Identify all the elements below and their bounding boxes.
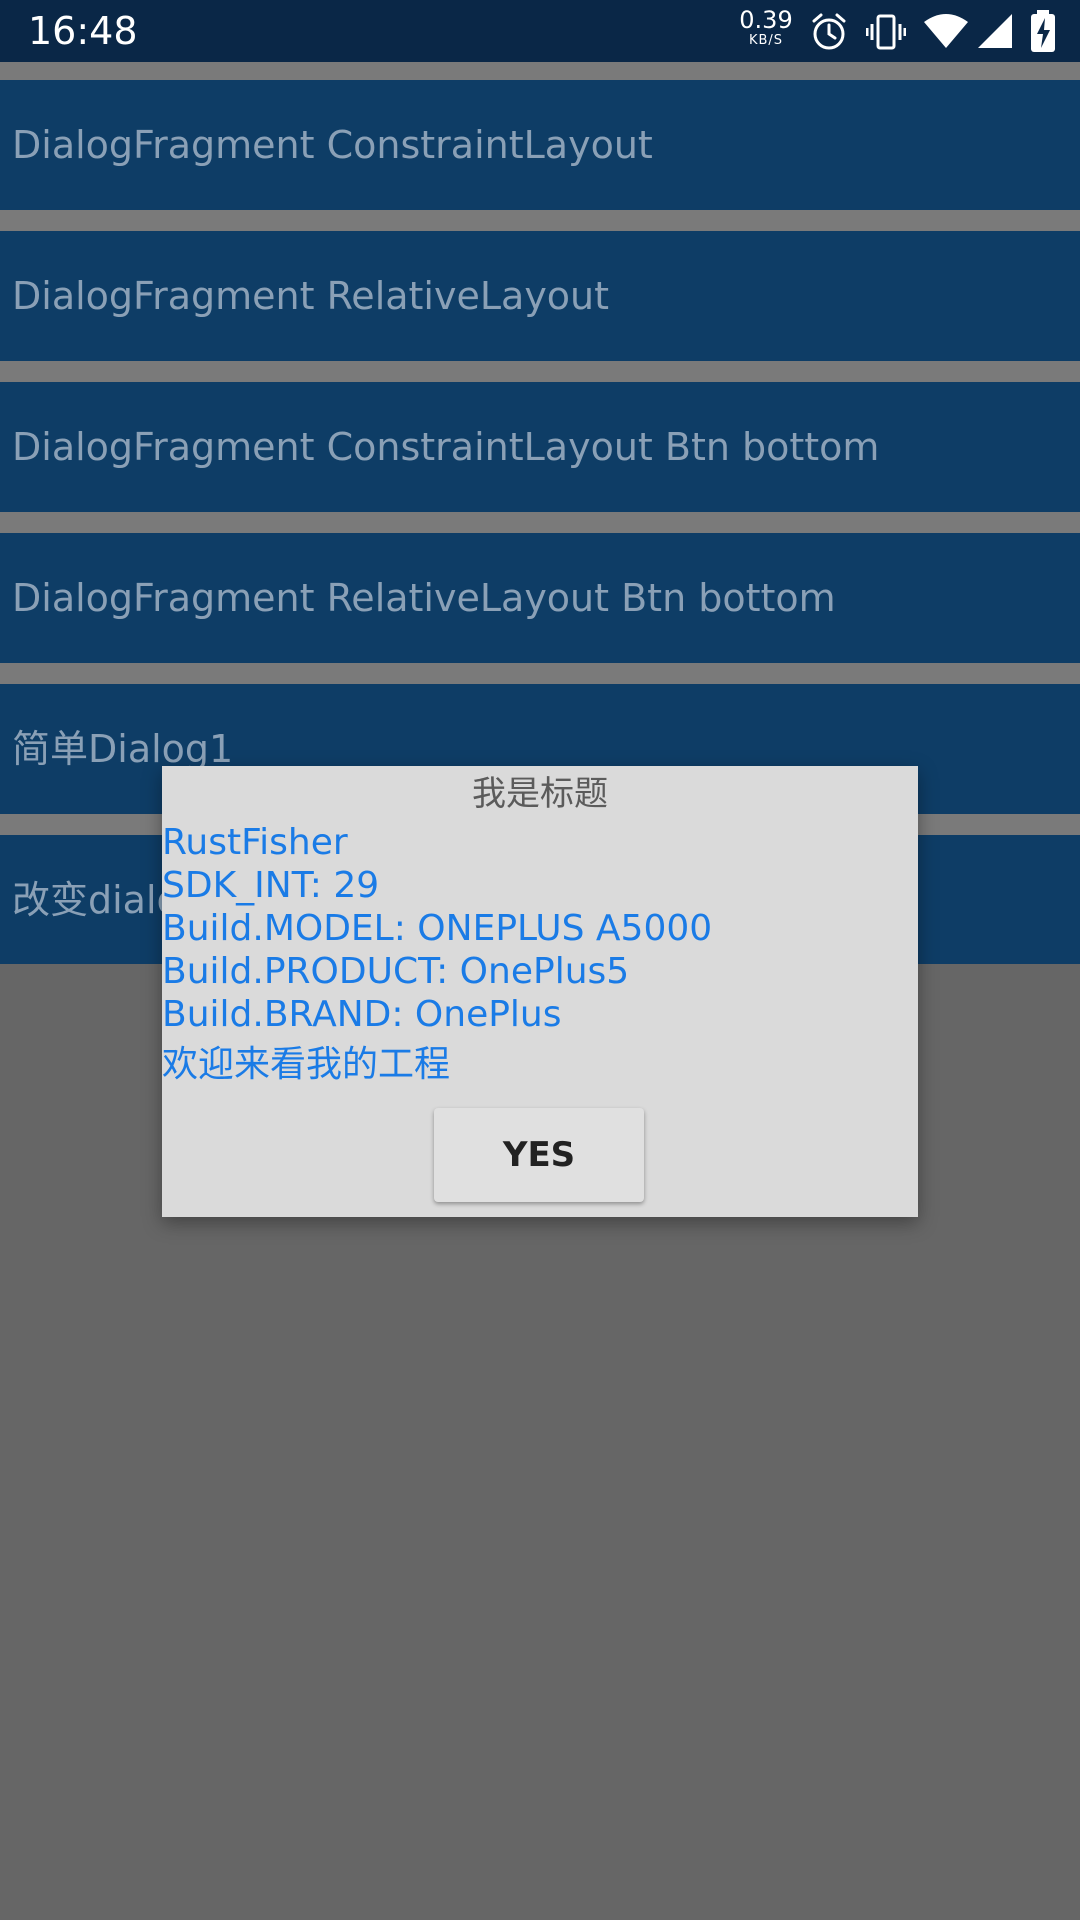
status-time: 16:48 [28,9,138,53]
info-line-sdk-int: SDK_INT: 29 [162,865,380,906]
constraintlayout-btn-bottom-dialog-button[interactable]: DialogFragment ConstraintLayout Btn bott… [0,382,1080,512]
battery-charging-icon [1031,10,1055,52]
relativelayout-btn-bottom-dialog-button[interactable]: DialogFragment RelativeLayout Btn bottom [0,533,1080,663]
info-dialog: 我是标题 RustFisher SDK_INT: 29 Build.MODEL:… [162,766,918,1217]
network-speed-unit: KB/S [748,33,784,48]
dialog-title: 我是标题 [472,774,608,814]
yes-button[interactable]: YES [434,1108,644,1202]
info-line-name: RustFisher [162,822,348,863]
info-line-build-product: Build.PRODUCT: OnePlus5 [162,951,630,992]
network-speed-value: 0.39 [739,6,793,34]
signal-icon [978,14,1012,48]
info-line-build-brand: Build.BRAND: OnePlus [162,994,562,1035]
info-line-welcome: 欢迎来看我的工程 [162,1044,451,1085]
info-line-build-model: Build.MODEL: ONEPLUS A5000 [162,908,713,949]
network-speed: 0.39 KB/S [738,8,794,47]
status-bar: 16:48 0.39 KB/S [0,0,1080,62]
relativelayout-dialog-button[interactable]: DialogFragment RelativeLayout [0,231,1080,361]
wifi-icon [924,14,968,48]
constraintlayout-dialog-button[interactable]: DialogFragment ConstraintLayout [0,80,1080,210]
vibrate-icon [866,14,906,50]
alarm-icon [812,13,846,50]
